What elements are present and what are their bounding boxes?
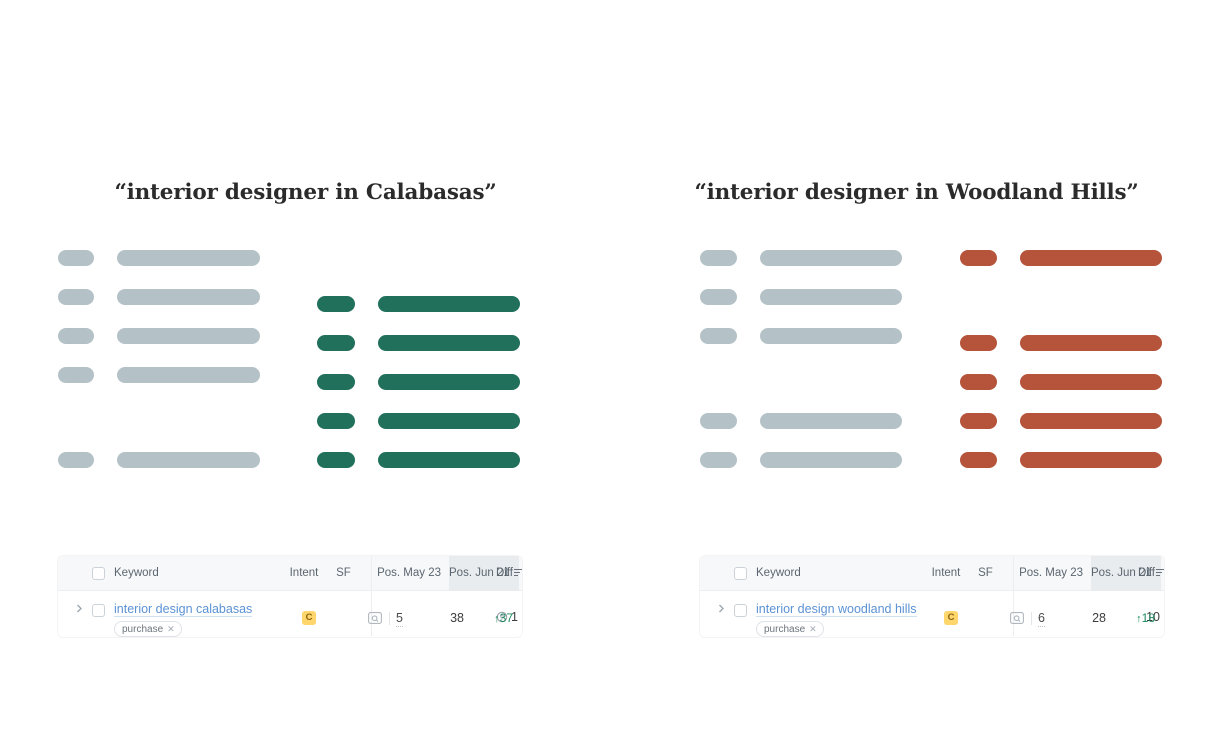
skeleton-pill-highlight bbox=[960, 335, 997, 351]
select-all-checkbox[interactable] bbox=[92, 567, 105, 580]
skeleton-bar-highlight bbox=[378, 452, 520, 468]
keyword-tag[interactable]: purchase ✕ bbox=[756, 621, 824, 637]
skeleton-bar-highlight bbox=[1020, 335, 1162, 351]
chevron-right-icon[interactable] bbox=[74, 603, 86, 615]
skeleton-pill-highlight bbox=[960, 250, 997, 266]
skeleton-bar bbox=[117, 452, 260, 468]
panel-title: “interior designer in Calabasas” bbox=[114, 180, 497, 205]
pos-prev-value: 38 bbox=[450, 611, 464, 625]
keyword-link[interactable]: interior design calabasas bbox=[114, 602, 253, 617]
row-checkbox[interactable] bbox=[92, 604, 105, 617]
skeleton-bar-highlight bbox=[378, 335, 520, 351]
column-header-sf[interactable]: SF bbox=[316, 556, 371, 591]
column-header-sf[interactable]: SF bbox=[958, 556, 1013, 591]
skeleton-pill bbox=[700, 413, 737, 429]
serp-feature-icon[interactable] bbox=[1010, 612, 1024, 624]
keyword-results-table: Keyword Intent SF Pos. May 23 Pos. Jun 2… bbox=[700, 556, 1164, 637]
diff-number: 37 bbox=[499, 611, 513, 625]
skeleton-bar bbox=[760, 328, 902, 344]
skeleton-bar bbox=[760, 413, 902, 429]
panel-title: “interior designer in Woodland Hills” bbox=[694, 180, 1139, 205]
skeleton-bar-highlight bbox=[1020, 413, 1162, 429]
serp-feature-icon[interactable] bbox=[368, 612, 382, 624]
skeleton-pill bbox=[58, 289, 94, 305]
skeleton-pill bbox=[58, 328, 94, 344]
skeleton-bar bbox=[117, 367, 260, 383]
diff-value: ↑37 bbox=[458, 611, 513, 625]
skeleton-pill-highlight bbox=[317, 296, 355, 312]
keyword-results-table: Keyword Intent SF Pos. May 23 Pos. Jun 2… bbox=[58, 556, 522, 637]
skeleton-pill bbox=[58, 250, 94, 266]
diff-number: 18 bbox=[1141, 611, 1155, 625]
intent-badge[interactable]: C bbox=[944, 611, 958, 625]
pos-prev-value: 28 bbox=[1092, 611, 1106, 625]
skeleton-pill-highlight bbox=[960, 452, 997, 468]
column-header-pos-prev[interactable]: Pos. May 23 bbox=[1013, 556, 1091, 591]
skeleton-bar-highlight bbox=[1020, 452, 1162, 468]
table-header-row: Keyword Intent SF Pos. May 23 Pos. Jun 2… bbox=[58, 556, 522, 591]
diff-value: ↑18 bbox=[1100, 611, 1155, 625]
column-header-pos-prev[interactable]: Pos. May 23 bbox=[371, 556, 449, 591]
skeleton-pill-highlight bbox=[317, 413, 355, 429]
column-header-diff[interactable]: Diff bbox=[1109, 556, 1164, 591]
skeleton-bar-highlight bbox=[1020, 250, 1162, 266]
close-icon[interactable]: ✕ bbox=[167, 624, 175, 634]
skeleton-pill-highlight bbox=[960, 413, 997, 429]
skeleton-pill-highlight bbox=[317, 452, 355, 468]
skeleton-pill-highlight bbox=[960, 374, 997, 390]
table-header-row: Keyword Intent SF Pos. May 23 Pos. Jun 2… bbox=[700, 556, 1164, 591]
select-all-checkbox[interactable] bbox=[734, 567, 747, 580]
skeleton-bar-highlight bbox=[378, 413, 520, 429]
column-header-keyword[interactable]: Keyword bbox=[114, 556, 274, 591]
skeleton-pill-highlight bbox=[317, 335, 355, 351]
skeleton-pill bbox=[58, 367, 94, 383]
keyword-tag-label: purchase bbox=[764, 624, 806, 635]
skeleton-pill-highlight bbox=[317, 374, 355, 390]
skeleton-bar bbox=[117, 328, 260, 344]
skeleton-pill bbox=[700, 328, 737, 344]
skeleton-pill bbox=[700, 289, 737, 305]
skeleton-bar-highlight bbox=[378, 296, 520, 312]
column-header-keyword[interactable]: Keyword bbox=[756, 556, 916, 591]
table-row[interactable]: interior design woodland hills purchase ✕… bbox=[700, 591, 1164, 637]
skeleton-pill bbox=[700, 452, 737, 468]
row-checkbox[interactable] bbox=[734, 604, 747, 617]
column-header-diff[interactable]: Diff bbox=[467, 556, 522, 591]
keyword-tag-label: purchase bbox=[122, 624, 164, 635]
close-icon[interactable]: ✕ bbox=[809, 624, 817, 634]
skeleton-bar bbox=[117, 250, 260, 266]
table-row[interactable]: interior design calabasas purchase ✕ C 5 … bbox=[58, 591, 522, 637]
keyword-tag[interactable]: purchase ✕ bbox=[114, 621, 182, 637]
intent-badge[interactable]: C bbox=[302, 611, 316, 625]
skeleton-bar bbox=[117, 289, 260, 305]
skeleton-bar-highlight bbox=[378, 374, 520, 390]
skeleton-bar bbox=[760, 250, 902, 266]
page-root: “interior designer in Calabasas” “interi… bbox=[0, 0, 1222, 729]
skeleton-pill bbox=[700, 250, 737, 266]
chevron-right-icon[interactable] bbox=[716, 603, 728, 615]
keyword-link[interactable]: interior design woodland hills bbox=[756, 602, 917, 617]
skeleton-bar-highlight bbox=[1020, 374, 1162, 390]
skeleton-pill bbox=[58, 452, 94, 468]
skeleton-bar bbox=[760, 289, 902, 305]
skeleton-bar bbox=[760, 452, 902, 468]
